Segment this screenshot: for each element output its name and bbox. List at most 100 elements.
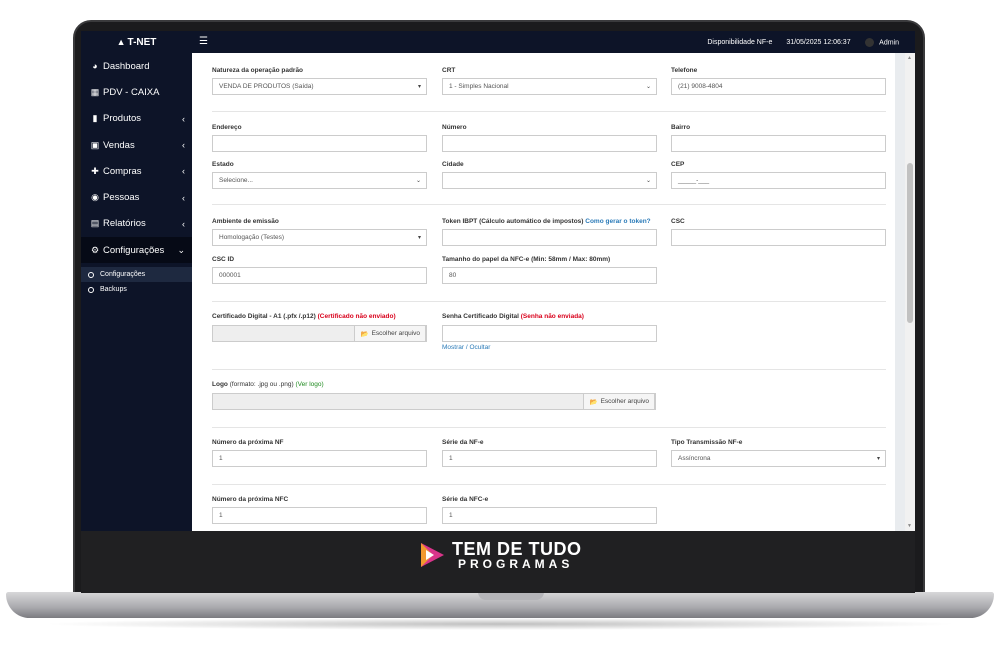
crt-label: CRT: [442, 67, 456, 74]
senha-cert-label-text: Senha Certificado Digital: [442, 313, 519, 320]
prox-nfc-label: Número da próxima NFC: [212, 496, 289, 503]
prox-nf-value: 1: [219, 455, 223, 462]
crt-select[interactable]: 1 - Simples Nacional ⌄: [442, 78, 657, 95]
natureza-select[interactable]: VENDA DE PRODUTOS (Saída) ▾: [212, 78, 427, 95]
bairro-input[interactable]: [671, 135, 886, 152]
users-icon: ◉: [91, 192, 99, 203]
csc-id-input[interactable]: 000001: [212, 267, 427, 284]
folder-open-icon: 📂: [360, 330, 369, 338]
cep-mask: _____-___: [678, 177, 710, 184]
numero-label: Número: [442, 124, 467, 131]
logo-file-input[interactable]: 📂 Escolher arquivo: [212, 393, 656, 410]
chevron-left-icon: ‹: [182, 192, 185, 203]
caret-down-icon: ▾: [417, 235, 421, 241]
sidebar-item-label: Relatórios: [103, 218, 146, 230]
sidebar-subitem-configuracoes[interactable]: Configurações: [81, 267, 192, 283]
user-menu[interactable]: Admin: [864, 37, 899, 47]
sidebar-item-vendas[interactable]: ▣ Vendas ‹: [81, 132, 192, 158]
scroll-down-icon[interactable]: ▼: [907, 523, 912, 529]
section-divider: [212, 484, 886, 485]
chevron-left-icon: ‹: [182, 218, 185, 229]
view-logo-link[interactable]: (Ver logo): [295, 381, 323, 388]
sidebar-item-pdv[interactable]: ▦ PDV - CAIXA: [81, 79, 192, 105]
token-help-link[interactable]: Como gerar o token?: [585, 218, 650, 225]
telefone-label: Telefone: [671, 67, 698, 74]
sidebar-item-dashboard[interactable]: ◕ Dashboard: [81, 53, 192, 79]
user-name: Admin: [879, 38, 899, 46]
sidebar-item-relatorios[interactable]: ▤ Relatórios ‹: [81, 211, 192, 237]
sidebar-item-produtos[interactable]: ▮ Produtos ‹: [81, 106, 192, 132]
section-divider: [212, 204, 886, 205]
sidebar-item-compras[interactable]: ✚ Compras ‹: [81, 158, 192, 184]
watermark-line2: PROGRAMAS: [458, 557, 574, 571]
token-input[interactable]: [442, 229, 657, 246]
sidebar-item-configuracoes[interactable]: ⚙ Configurações ⌄: [81, 237, 192, 264]
estado-label: Estado: [212, 161, 234, 168]
certificado-choose-button[interactable]: 📂 Escolher arquivo: [354, 325, 426, 342]
certificado-file-input[interactable]: 📂 Escolher arquivo: [212, 325, 427, 342]
nfe-status-link[interactable]: Disponibilidade NF-e: [707, 39, 772, 46]
telefone-value: (21) 9008-4804: [678, 83, 723, 90]
papel-input[interactable]: 80: [442, 267, 657, 284]
caret-down-icon: ▾: [417, 84, 421, 90]
scroll-up-icon[interactable]: ▲: [907, 55, 912, 61]
serie-nfce-input[interactable]: 1: [442, 507, 657, 524]
chevron-left-icon: ‹: [182, 113, 185, 124]
tipo-trans-select[interactable]: Assíncrona ▾: [671, 450, 886, 467]
senha-cert-input[interactable]: [442, 325, 657, 342]
certificado-label: Certificado Digital - A1 (.pfx /.p12) (C…: [212, 313, 396, 320]
chart-icon: ▤: [90, 218, 100, 229]
sidebar-item-label: Produtos: [103, 113, 142, 125]
estado-select[interactable]: Selecione... ⌄: [212, 172, 427, 189]
menu-icon[interactable]: ☰: [199, 36, 208, 47]
datetime-display: 31/05/2025 12:06:37: [786, 38, 851, 46]
telefone-input[interactable]: (21) 9008-4804: [671, 78, 886, 95]
csc-input[interactable]: [671, 229, 886, 246]
endereco-input[interactable]: [212, 135, 427, 152]
bairro-label: Bairro: [671, 124, 691, 131]
certificado-label-text: Certificado Digital - A1 (.pfx /.p12): [212, 313, 316, 320]
papel-value: 80: [449, 272, 457, 279]
token-label: Token IBPT (Cálculo automático de impost…: [442, 218, 651, 225]
sidebar-item-label: Configurações: [103, 244, 165, 256]
sidebar-subitem-label: Backups: [100, 286, 127, 294]
senha-cert-label: Senha Certificado Digital (Senha não env…: [442, 313, 584, 320]
numero-input[interactable]: [442, 135, 657, 152]
dashboard-icon: ◕: [92, 61, 98, 72]
prox-nf-input[interactable]: 1: [212, 450, 427, 467]
certificado-status: (Certificado não enviado): [317, 313, 396, 320]
page-scrollbar[interactable]: ▲ ▼: [905, 53, 915, 531]
logo-label-text: Logo: [212, 381, 228, 388]
section-divider: [212, 427, 886, 428]
csc-id-value: 000001: [219, 272, 241, 279]
cidade-select[interactable]: ⌄: [442, 172, 657, 189]
caret-down-icon: ▾: [876, 456, 880, 462]
settings-form: Natureza da operação padrão VENDA DE PRO…: [192, 53, 895, 531]
sidebar-item-label: Compras: [103, 165, 142, 177]
logo-format-hint: (formato: .jpg ou .png): [229, 381, 294, 388]
section-divider: [212, 369, 886, 370]
section-divider: [212, 111, 886, 112]
papel-label: Tamanho do papel da NFC-e (Min: 58mm / M…: [442, 256, 611, 263]
laptop-shadow: [40, 618, 960, 630]
natureza-value: VENDA DE PRODUTOS (Saída): [219, 83, 314, 90]
show-hide-password-link[interactable]: Mostrar / Ocultar: [442, 344, 490, 351]
logo-choose-button[interactable]: 📂 Escolher arquivo: [583, 393, 655, 410]
circle-icon: [88, 286, 94, 293]
scroll-thumb[interactable]: [907, 163, 913, 323]
serie-nfe-input[interactable]: 1: [442, 450, 657, 467]
prox-nfc-input[interactable]: 1: [212, 507, 427, 524]
cep-input[interactable]: _____-___: [671, 172, 886, 189]
senha-cert-status: (Senha não enviada): [520, 313, 584, 320]
crt-value: 1 - Simples Nacional: [449, 83, 509, 90]
choose-file-label: Escolher arquivo: [600, 398, 649, 405]
sidebar-subitem-backups[interactable]: Backups: [81, 282, 192, 297]
plus-icon: ✚: [91, 165, 99, 176]
brand-logo[interactable]: ▲ T-NET: [81, 31, 192, 53]
cart-icon: ▣: [90, 139, 100, 150]
choose-file-label: Escolher arquivo: [371, 330, 420, 337]
laptop-frame: ▲ T-NET ☰ Disponibilidade NF-e 31/05/202…: [0, 0, 1000, 672]
ambiente-select[interactable]: Homologação (Testes) ▾: [212, 229, 427, 246]
brand-name: T-NET: [127, 36, 157, 48]
sidebar-item-pessoas[interactable]: ◉ Pessoas ‹: [81, 184, 192, 210]
